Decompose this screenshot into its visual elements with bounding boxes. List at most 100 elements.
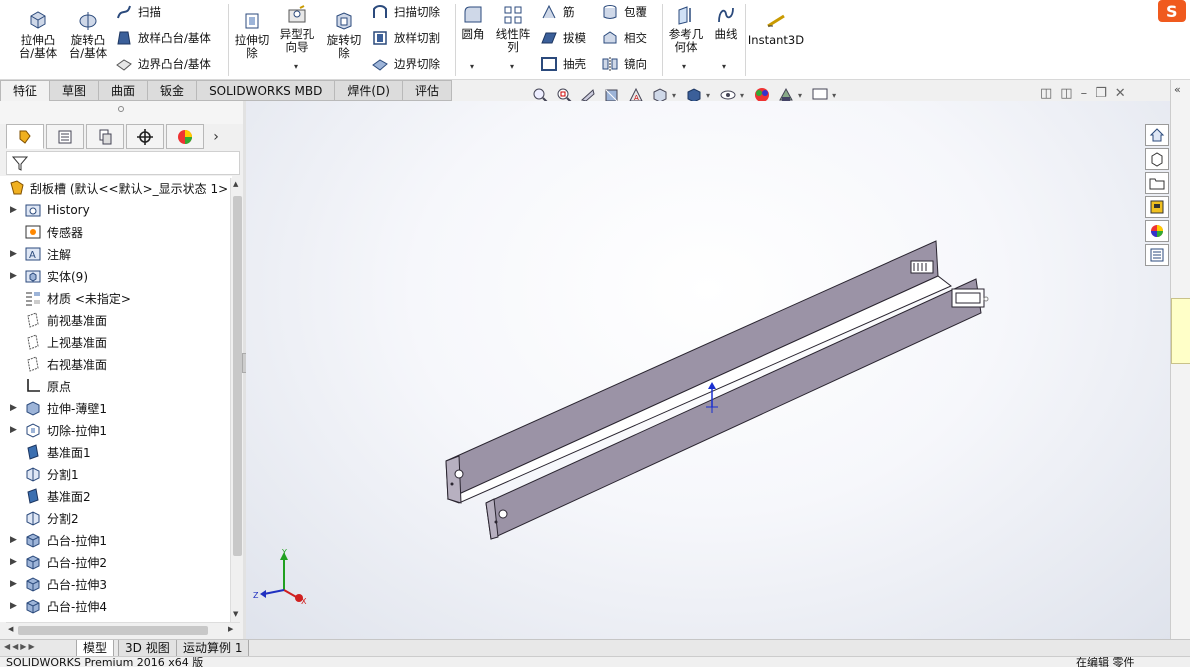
sweep-cut-button[interactable]: 扫描切除	[371, 3, 440, 21]
tree-hscroll-thumb[interactable]	[18, 626, 208, 635]
graphics-area[interactable]	[246, 101, 1170, 639]
loft-cut-button[interactable]: 放样切割	[371, 29, 440, 47]
tree-item[interactable]: 右视基准面	[10, 353, 107, 375]
tree-item[interactable]: ▶ 切除-拉伸1	[10, 419, 107, 441]
panel-grip-icon[interactable]	[118, 106, 124, 112]
tab-property-manager[interactable]	[46, 124, 84, 149]
tree-item[interactable]: 前视基准面	[10, 309, 107, 331]
tree-item[interactable]: ▶ 实体(9)	[10, 265, 88, 287]
expand-arrow-icon[interactable]: ▶	[10, 425, 24, 435]
tree-item[interactable]: 基准面1	[10, 441, 91, 463]
reference-geometry-button[interactable]: 参考几 何体	[666, 4, 706, 54]
tree-item[interactable]: 分割2	[10, 507, 79, 529]
tab-3d-view[interactable]: 3D 视图	[118, 640, 177, 657]
scroll-right-icon[interactable]: ▶	[228, 625, 233, 633]
tab-dimxpert-manager[interactable]	[126, 124, 164, 149]
restore-icon[interactable]: ❐	[1095, 86, 1107, 101]
tab-mbd[interactable]: SOLIDWORKS MBD	[197, 80, 336, 101]
close-icon[interactable]: ✕	[1115, 86, 1126, 101]
expand-arrow-icon[interactable]: ▶	[10, 205, 24, 215]
fillet-dropdown-icon[interactable]: ▾	[470, 62, 474, 71]
task-pane-file-explorer-icon[interactable]	[1145, 172, 1169, 194]
tree-item[interactable]: 原点	[10, 375, 71, 397]
chevron-right-icon[interactable]: ›	[206, 124, 226, 149]
extrude-boss-button[interactable]: 拉伸凸 台/基体	[16, 10, 60, 60]
reference-geometry-dropdown-icon[interactable]: ▾	[682, 62, 686, 71]
reference-triad[interactable]: Y X Z	[250, 546, 314, 606]
hole-wizard-button[interactable]: 异型孔 向导	[276, 4, 318, 54]
tab-features[interactable]: 特征	[0, 80, 51, 101]
view-orientation-dropdown-icon[interactable]: ▾	[672, 91, 676, 100]
task-pane-design-library-icon[interactable]	[1145, 148, 1169, 170]
tree-root-part[interactable]: 刮板槽 (默认<<默认>_显示状态 1>	[8, 179, 228, 197]
mirror-button[interactable]: 镜向	[601, 55, 647, 73]
boundary-cut-button[interactable]: 边界切除	[371, 55, 440, 73]
tree-item[interactable]: ▶ 凸台-拉伸4	[10, 595, 107, 617]
tab-model[interactable]: 模型	[76, 640, 115, 657]
wrap-button[interactable]: 包覆	[601, 3, 647, 21]
scroll-down-icon[interactable]: ▼	[233, 610, 238, 618]
tile-right-icon[interactable]: ◫	[1060, 86, 1072, 101]
tree-item[interactable]: 传感器	[10, 221, 83, 243]
hole-wizard-dropdown-icon[interactable]: ▾	[294, 62, 298, 71]
scroll-up-icon[interactable]: ▲	[233, 180, 238, 188]
task-pane-home-icon[interactable]	[1145, 124, 1169, 146]
tree-scroll-thumb[interactable]	[233, 196, 242, 556]
tree-item[interactable]: ▶ History	[10, 199, 90, 221]
revolve-cut-button[interactable]: 旋转切 除	[322, 10, 366, 60]
display-style-dropdown-icon[interactable]: ▾	[706, 91, 710, 100]
rib-button[interactable]: 筋	[540, 3, 575, 21]
intersect-button[interactable]: 相交	[601, 29, 647, 47]
tab-evaluate[interactable]: 评估	[402, 80, 452, 101]
curves-button[interactable]: 曲线	[710, 4, 742, 41]
filter-icon[interactable]	[11, 154, 29, 172]
expand-arrow-icon[interactable]: ▶	[10, 271, 24, 281]
boundary-boss-button[interactable]: 边界凸台/基体	[115, 55, 211, 73]
tab-nav-arrows-icon[interactable]: ◀◀▶▶	[4, 642, 37, 651]
draft-button[interactable]: 拔模	[540, 29, 586, 47]
extrude-cut-button[interactable]: 拉伸切 除	[232, 10, 272, 60]
task-pane-view-palette-icon[interactable]	[1145, 196, 1169, 218]
tab-surfaces[interactable]: 曲面	[99, 80, 149, 101]
tree-item[interactable]: ▶ 凸台-拉伸3	[10, 573, 107, 595]
view-settings-dropdown-icon[interactable]: ▾	[832, 91, 836, 100]
tab-configuration-manager[interactable]	[86, 124, 124, 149]
tree-item[interactable]: ▶ 拉伸-薄壁1	[10, 397, 107, 419]
tab-display-manager[interactable]	[166, 124, 204, 149]
tree-item[interactable]: 基准面2	[10, 485, 91, 507]
tree-item[interactable]: ▶ 凸台-拉伸1	[10, 529, 107, 551]
tab-weldments[interactable]: 焊件(D)	[335, 80, 403, 101]
part-model-view[interactable]	[246, 101, 1170, 639]
tree-horizontal-scrollbar[interactable]: ◀ ▶	[6, 622, 240, 637]
fillet-button[interactable]: 圆角	[458, 4, 488, 41]
shell-button[interactable]: 抽壳	[540, 55, 586, 73]
minimize-icon[interactable]: –	[1081, 86, 1088, 101]
loft-boss-button[interactable]: 放样凸台/基体	[115, 29, 211, 47]
task-pane-custom-properties-icon[interactable]	[1145, 244, 1169, 266]
tab-sketch[interactable]: 草图	[50, 80, 100, 101]
tab-motion-study[interactable]: 运动算例 1	[176, 640, 250, 657]
revolve-boss-button[interactable]: 旋转凸 台/基体	[66, 10, 110, 60]
expand-arrow-icon[interactable]: ▶	[10, 249, 24, 259]
double-chevron-icon[interactable]: «	[1174, 83, 1181, 96]
tree-item[interactable]: 材质 <未指定>	[10, 287, 131, 309]
tree-item[interactable]: ▶ A 注解	[10, 243, 71, 265]
task-pane-appearances-icon[interactable]	[1145, 220, 1169, 242]
sweep-button[interactable]: 扫描	[115, 3, 161, 21]
tab-sheet-metal[interactable]: 钣金	[148, 80, 198, 101]
expand-arrow-icon[interactable]: ▶	[10, 403, 24, 413]
expand-arrow-icon[interactable]: ▶	[10, 535, 24, 545]
tree-item[interactable]: 分割1	[10, 463, 79, 485]
expand-arrow-icon[interactable]: ▶	[10, 579, 24, 589]
linear-pattern-button[interactable]: 线性阵 列	[493, 4, 533, 54]
tree-item[interactable]: 上视基准面	[10, 331, 107, 353]
scroll-left-icon[interactable]: ◀	[8, 625, 13, 633]
curves-dropdown-icon[interactable]: ▾	[722, 62, 726, 71]
tree-item[interactable]: ▶ 凸台-拉伸2	[10, 551, 107, 573]
linear-pattern-dropdown-icon[interactable]: ▾	[510, 62, 514, 71]
expand-arrow-icon[interactable]: ▶	[10, 601, 24, 611]
tree-filter[interactable]	[6, 151, 240, 175]
tab-feature-manager[interactable]	[6, 124, 44, 149]
hide-show-dropdown-icon[interactable]: ▾	[740, 91, 744, 100]
instant3d-button[interactable]: Instant3D	[748, 10, 804, 47]
